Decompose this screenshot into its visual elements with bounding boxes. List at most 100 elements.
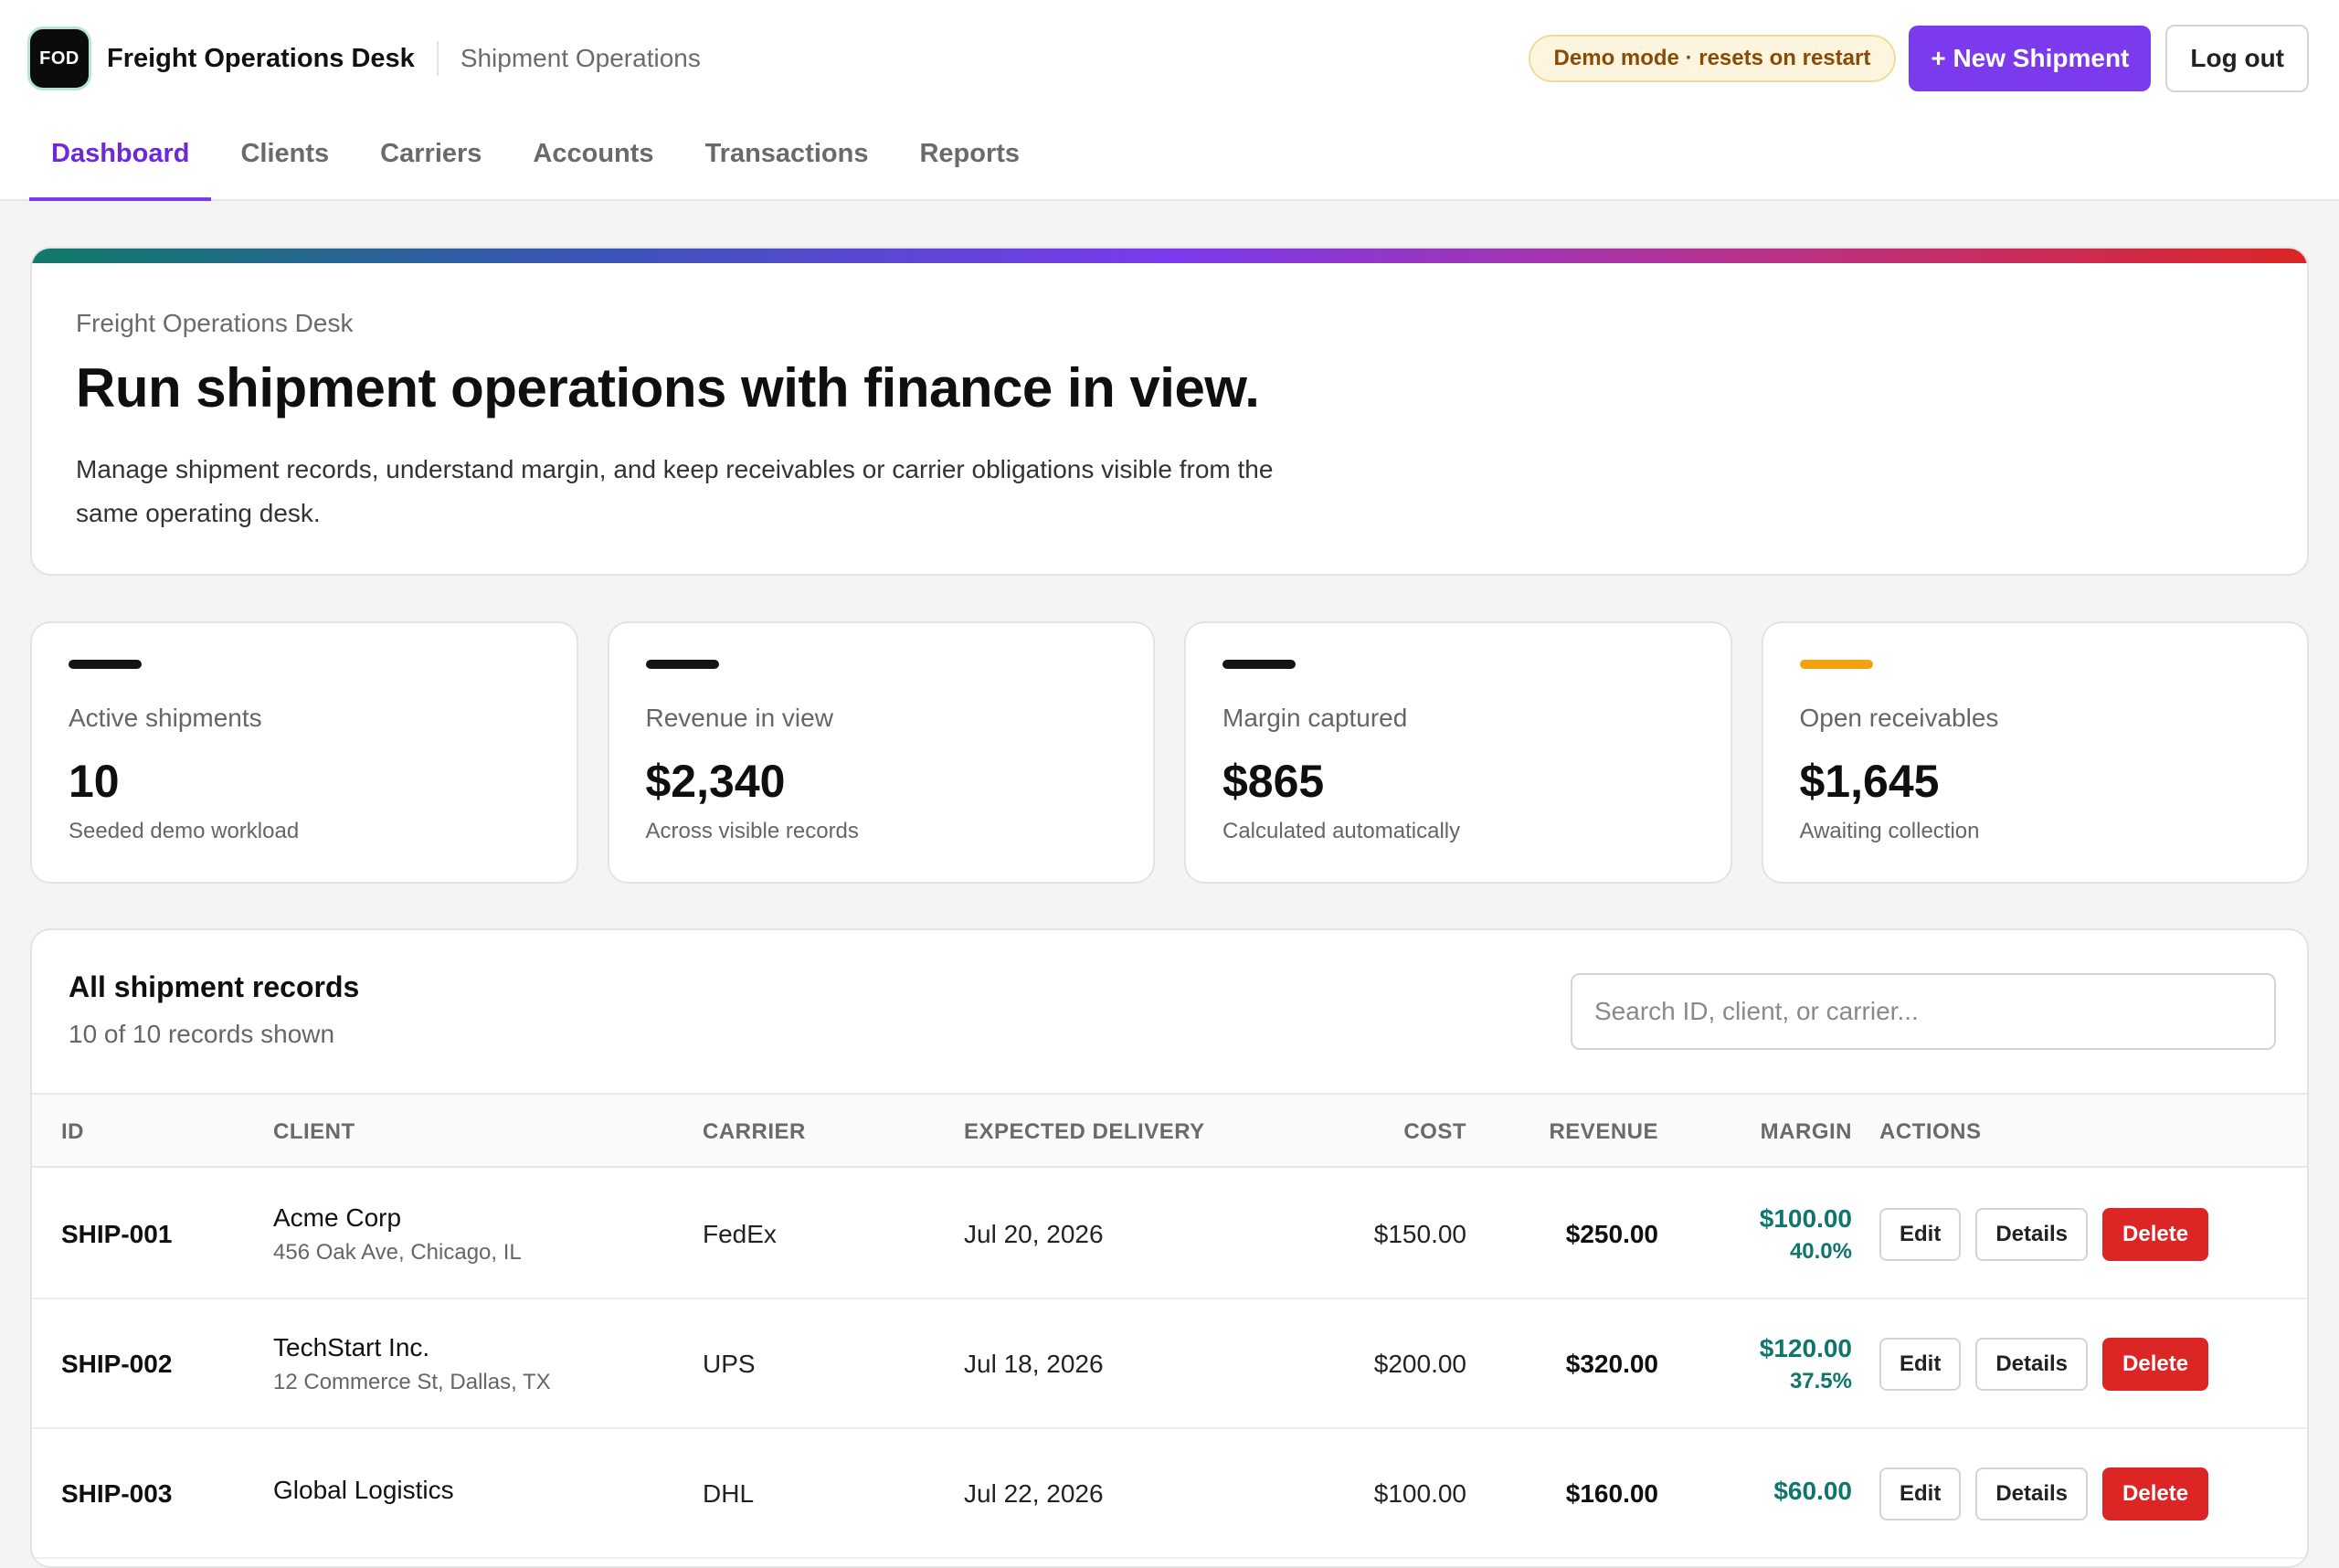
edit-button[interactable]: Edit [1879, 1338, 1962, 1391]
client-cell: TechStart Inc. 12 Commerce St, Dallas, T… [273, 1299, 551, 1429]
column-header-expected-delivery[interactable]: EXPECTED DELIVERY [964, 1095, 1205, 1170]
client-cell: Global Logistics [273, 1429, 454, 1559]
details-button[interactable]: Details [1975, 1467, 2089, 1520]
stat-note: Awaiting collection [1799, 819, 1980, 843]
app-logo[interactable]: FOD [30, 29, 89, 88]
stat-note: Calculated automatically [1222, 819, 1461, 843]
tab-dashboard[interactable]: Dashboard [29, 115, 212, 201]
column-header-client[interactable]: CLIENT [273, 1095, 355, 1170]
client-name: TechStart Inc. [273, 1333, 430, 1361]
revenue-value: $320.00 [1565, 1350, 1658, 1378]
tab-accounts[interactable]: Accounts [511, 115, 675, 199]
stat-card-active-shipments: Active shipments 10 Seeded demo workload [30, 621, 578, 884]
top-header: FOD Freight Operations Desk Shipment Ope… [0, 0, 2339, 201]
stat-accent-bar [1799, 660, 1873, 669]
brand-divider [436, 41, 439, 76]
stat-label: Margin captured [1222, 704, 1408, 732]
tab-carriers[interactable]: Carriers [358, 115, 503, 199]
column-header-id[interactable]: ID [61, 1095, 84, 1170]
tab-reports[interactable]: Reports [897, 115, 1042, 199]
brand-row: FOD Freight Operations Desk Shipment Ope… [0, 0, 2339, 117]
search-input[interactable] [1571, 973, 2276, 1050]
table-row[interactable]: SHIP-003 Global Logistics DHL Jul 22, 20… [32, 1429, 2307, 1559]
client-name: Global Logistics [273, 1476, 454, 1504]
client-address: 456 Oak Ave, Chicago, IL [273, 1240, 522, 1265]
stat-value: $1,645 [1799, 756, 1940, 807]
expected-delivery: Jul 22, 2026 [964, 1479, 1104, 1508]
column-header-carrier[interactable]: CARRIER [703, 1095, 806, 1170]
stat-label: Revenue in view [645, 704, 833, 732]
expected-delivery: Jul 18, 2026 [964, 1350, 1104, 1378]
shipment-id: SHIP-002 [61, 1350, 173, 1378]
cost-value: $200.00 [1373, 1350, 1466, 1378]
details-button[interactable]: Details [1975, 1208, 2089, 1261]
carrier-name: DHL [703, 1479, 755, 1508]
row-actions: Edit Details Delete [1879, 1170, 2209, 1299]
client-address: 12 Commerce St, Dallas, TX [273, 1370, 551, 1394]
row-actions: Edit Details Delete [1879, 1429, 2209, 1559]
stat-label: Active shipments [69, 704, 262, 732]
hero-title: Run shipment operations with finance in … [76, 357, 1260, 418]
column-header-cost[interactable]: COST [1275, 1095, 1466, 1170]
margin-cell: $120.00 37.5% [1658, 1299, 1852, 1429]
table-header: ID CLIENT CARRIER EXPECTED DELIVERY COST… [32, 1093, 2307, 1168]
edit-button[interactable]: Edit [1879, 1208, 1962, 1261]
column-header-actions: ACTIONS [1879, 1119, 1982, 1144]
edit-button[interactable]: Edit [1879, 1467, 1962, 1520]
column-header-margin[interactable]: MARGIN [1658, 1095, 1852, 1170]
demo-mode-badge: Demo mode · resets on restart [1528, 35, 1897, 82]
shipment-id: SHIP-001 [61, 1220, 173, 1248]
delete-button[interactable]: Delete [2102, 1467, 2209, 1520]
stat-value: $2,340 [645, 756, 786, 807]
shipment-id: SHIP-003 [61, 1479, 173, 1508]
margin-value: $120.00 [1759, 1334, 1852, 1362]
margin-value: $100.00 [1759, 1204, 1852, 1233]
revenue-value: $160.00 [1565, 1479, 1658, 1508]
carrier-name: UPS [703, 1350, 756, 1378]
client-name: Acme Corp [273, 1203, 402, 1232]
expected-delivery: Jul 20, 2026 [964, 1220, 1104, 1248]
stat-card-revenue: Revenue in view $2,340 Across visible re… [607, 621, 1155, 884]
stat-label: Open receivables [1799, 704, 1999, 732]
app-name: Freight Operations Desk [107, 43, 415, 73]
logout-button[interactable]: Log out [2165, 25, 2309, 92]
stat-value: 10 [69, 756, 120, 807]
stat-cards: Active shipments 10 Seeded demo workload… [30, 621, 2309, 884]
stat-note: Across visible records [645, 819, 859, 843]
stat-value: $865 [1222, 756, 1325, 807]
margin-cell: $60.00 [1658, 1429, 1852, 1559]
margin-value: $60.00 [1773, 1477, 1852, 1505]
margin-percent: 40.0% [1789, 1239, 1852, 1264]
carrier-name: FedEx [703, 1220, 777, 1248]
delete-button[interactable]: Delete [2102, 1208, 2209, 1261]
stat-accent-bar [69, 660, 142, 669]
hero-gradient-bar [32, 249, 2307, 263]
tab-clients[interactable]: Clients [218, 115, 351, 199]
margin-cell: $100.00 40.0% [1658, 1170, 1852, 1299]
hero-description: Manage shipment records, understand marg… [76, 455, 1274, 527]
client-cell: Acme Corp 456 Oak Ave, Chicago, IL [273, 1170, 522, 1299]
hero-card: Freight Operations Desk Run shipment ope… [30, 247, 2309, 576]
delete-button[interactable]: Delete [2102, 1338, 2209, 1391]
new-shipment-button[interactable]: + New Shipment [1909, 26, 2152, 91]
stat-card-receivables: Open receivables $1,645 Awaiting collect… [1761, 621, 2309, 884]
tab-transactions[interactable]: Transactions [683, 115, 891, 199]
details-button[interactable]: Details [1975, 1338, 2089, 1391]
hero-eyebrow: Freight Operations Desk [76, 309, 354, 337]
records-title: All shipment records [69, 970, 360, 1003]
stat-accent-bar [645, 660, 719, 669]
revenue-value: $250.00 [1565, 1220, 1658, 1248]
stat-card-margin: Margin captured $865 Calculated automati… [1184, 621, 1732, 884]
table-row[interactable]: SHIP-001 Acme Corp 456 Oak Ave, Chicago,… [32, 1170, 2307, 1299]
table-row[interactable]: SHIP-002 TechStart Inc. 12 Commerce St, … [32, 1299, 2307, 1429]
margin-percent: 37.5% [1789, 1369, 1852, 1393]
column-header-revenue[interactable]: REVENUE [1466, 1095, 1658, 1170]
cost-value: $100.00 [1373, 1479, 1466, 1508]
shipment-records-panel: All shipment records 10 of 10 records sh… [30, 928, 2309, 1568]
stat-note: Seeded demo workload [69, 819, 300, 843]
cost-value: $150.00 [1373, 1220, 1466, 1248]
row-actions: Edit Details Delete [1879, 1299, 2209, 1429]
stat-accent-bar [1222, 660, 1296, 669]
main-nav: Dashboard Clients Carriers Accounts Tran… [0, 115, 2339, 201]
section-name: Shipment Operations [460, 44, 701, 72]
